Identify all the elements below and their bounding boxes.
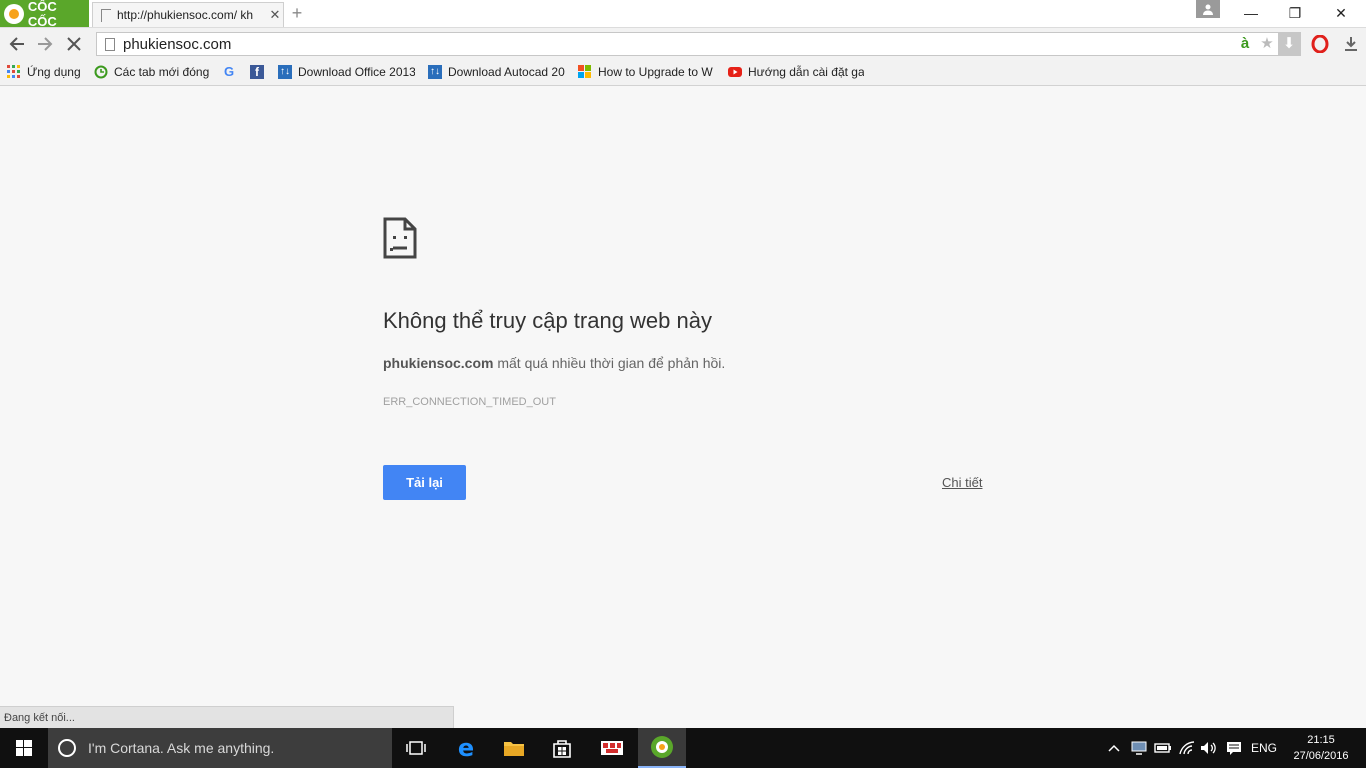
battery-icon [1154, 743, 1171, 753]
network-drive-tray-icon[interactable] [1128, 728, 1150, 768]
tab-close-icon[interactable]: ✕ [267, 7, 283, 23]
bookmark-label: Download Office 2013 [298, 65, 415, 79]
youtube-icon [728, 65, 742, 79]
page-icon [101, 8, 111, 22]
new-tab-button[interactable]: + [287, 4, 307, 24]
bookmark-label: How to Upgrade to W [598, 65, 713, 79]
windows-logo-icon [578, 65, 592, 79]
close-icon [67, 37, 81, 51]
browser-tab[interactable]: http://phukiensoc.com/ kh ✕ [92, 2, 284, 27]
clock-date: 27/06/2016 [1293, 750, 1349, 762]
toolbar: phukiensoc.com à ★ ⬇ [0, 27, 1366, 59]
unikey-taskbar-button[interactable] [588, 728, 636, 768]
wifi-icon [1179, 741, 1195, 755]
bookmark-recent-tabs[interactable]: Các tab mới đóng [94, 63, 214, 81]
folder-icon [504, 742, 524, 756]
arrow-right-icon [38, 37, 53, 51]
cortana-icon [58, 739, 76, 757]
tab-title: http://phukiensoc.com/ kh [117, 8, 254, 22]
chevron-up-icon [1108, 744, 1120, 752]
title-bar: CỐC CỐC http://phukiensoc.com/ kh ✕ + — … [0, 0, 1366, 29]
url-text[interactable]: phukiensoc.com [123, 36, 1234, 53]
store-bag-icon [553, 740, 571, 758]
stop-loading-button[interactable] [62, 32, 86, 56]
address-bar[interactable]: phukiensoc.com à ★ ⬇ [96, 32, 1301, 56]
bookmark-label: Ứng dụng [27, 65, 81, 79]
bookmark-label: Download Autocad 20 [448, 65, 565, 79]
error-message: mất quá nhiều thời gian để phản hồi. [493, 355, 726, 371]
bookmark-label: Các tab mới đóng [114, 65, 210, 79]
status-bubble: Đang kết nối... [0, 706, 454, 728]
recent-tabs-icon [94, 65, 108, 79]
file-explorer-button[interactable] [490, 728, 538, 768]
error-domain: phukiensoc.com [383, 355, 494, 371]
vietnamese-typing-icon[interactable]: à [1234, 33, 1256, 55]
monitor-icon [1131, 741, 1147, 755]
brand-label: CỐC CỐC [27, 0, 57, 29]
download-site-icon: ↑↓ [428, 65, 442, 79]
task-view-button[interactable] [392, 728, 440, 768]
bookmark-label: Hướng dẫn cài đặt ga [748, 65, 864, 79]
coccoc-logo-icon [4, 3, 24, 24]
error-code: ERR_CONNECTION_TIMED_OUT [383, 396, 556, 408]
facebook-icon: f [250, 65, 264, 79]
close-window-button[interactable]: ✕ [1318, 0, 1364, 27]
bookmark-facebook[interactable]: f [250, 63, 268, 81]
battery-tray-icon[interactable] [1152, 728, 1174, 768]
notification-icon [1227, 742, 1241, 755]
bookmark-google[interactable]: G [222, 63, 240, 81]
error-summary: phukiensoc.com mất quá nhiều thời gian đ… [383, 355, 725, 371]
download-site-icon: ↑↓ [278, 65, 292, 79]
taskbar: I'm Cortana. Ask me anything. e ENG 21:1… [0, 728, 1366, 768]
wifi-tray-icon[interactable] [1176, 728, 1198, 768]
bookmark-apps[interactable]: Ứng dụng [7, 63, 87, 81]
clock-time: 21:15 [1307, 734, 1335, 746]
details-link[interactable]: Chi tiết [942, 475, 982, 490]
edge-taskbar-button[interactable]: e [442, 728, 490, 768]
windows-logo-icon [16, 740, 32, 756]
bookmark-download-office[interactable]: ↑↓ Download Office 2013 [278, 63, 415, 81]
downloads-icon[interactable] [1340, 33, 1362, 55]
keyboard-app-icon [601, 741, 623, 755]
input-language-indicator[interactable]: ENG [1248, 728, 1280, 768]
taskbar-clock[interactable]: 21:15 27/06/2016 [1284, 732, 1358, 764]
speaker-icon [1201, 742, 1216, 754]
bookmark-upgrade-windows[interactable]: How to Upgrade to W [578, 63, 715, 81]
volume-tray-icon[interactable] [1198, 728, 1220, 768]
restore-button[interactable]: ❐ [1272, 0, 1318, 27]
google-icon: G [223, 64, 235, 79]
coccoc-menu-button[interactable]: CỐC CỐC [0, 0, 89, 29]
coccoc-logo-icon [651, 736, 673, 758]
bookmark-star-icon[interactable]: ★ [1256, 33, 1278, 55]
forward-button[interactable] [33, 32, 57, 56]
opera-logo-icon [1311, 34, 1329, 54]
show-hidden-icons-button[interactable] [1104, 728, 1124, 768]
reload-button[interactable]: Tải lại [383, 465, 466, 500]
task-view-icon [406, 741, 426, 755]
profile-button[interactable] [1196, 0, 1220, 18]
start-button[interactable] [0, 728, 48, 768]
media-download-icon[interactable]: ⬇ [1278, 33, 1300, 55]
sad-page-icon [383, 217, 417, 262]
minimize-button[interactable]: — [1228, 0, 1274, 27]
arrow-left-icon [9, 37, 24, 51]
coccoc-taskbar-button[interactable] [638, 728, 686, 768]
bookmark-youtube-guide[interactable]: Hướng dẫn cài đặt ga [728, 63, 864, 81]
cortana-search-box[interactable]: I'm Cortana. Ask me anything. [48, 728, 392, 768]
bookmarks-bar: Ứng dụng Các tab mới đóng G f ↑↓ Downloa… [0, 59, 1366, 86]
apps-grid-icon [7, 65, 21, 79]
opera-extension-icon[interactable] [1309, 33, 1331, 55]
store-button[interactable] [538, 728, 586, 768]
edge-icon: e [457, 734, 475, 762]
cortana-placeholder: I'm Cortana. Ask me anything. [88, 740, 275, 756]
person-icon [1203, 4, 1213, 15]
bookmark-download-autocad[interactable]: ↑↓ Download Autocad 20 [428, 63, 565, 81]
back-button[interactable] [5, 32, 29, 56]
download-arrow-icon [1345, 37, 1357, 51]
error-heading: Không thể truy cập trang web này [383, 308, 712, 333]
action-center-button[interactable] [1222, 728, 1246, 768]
page-icon [105, 37, 115, 51]
